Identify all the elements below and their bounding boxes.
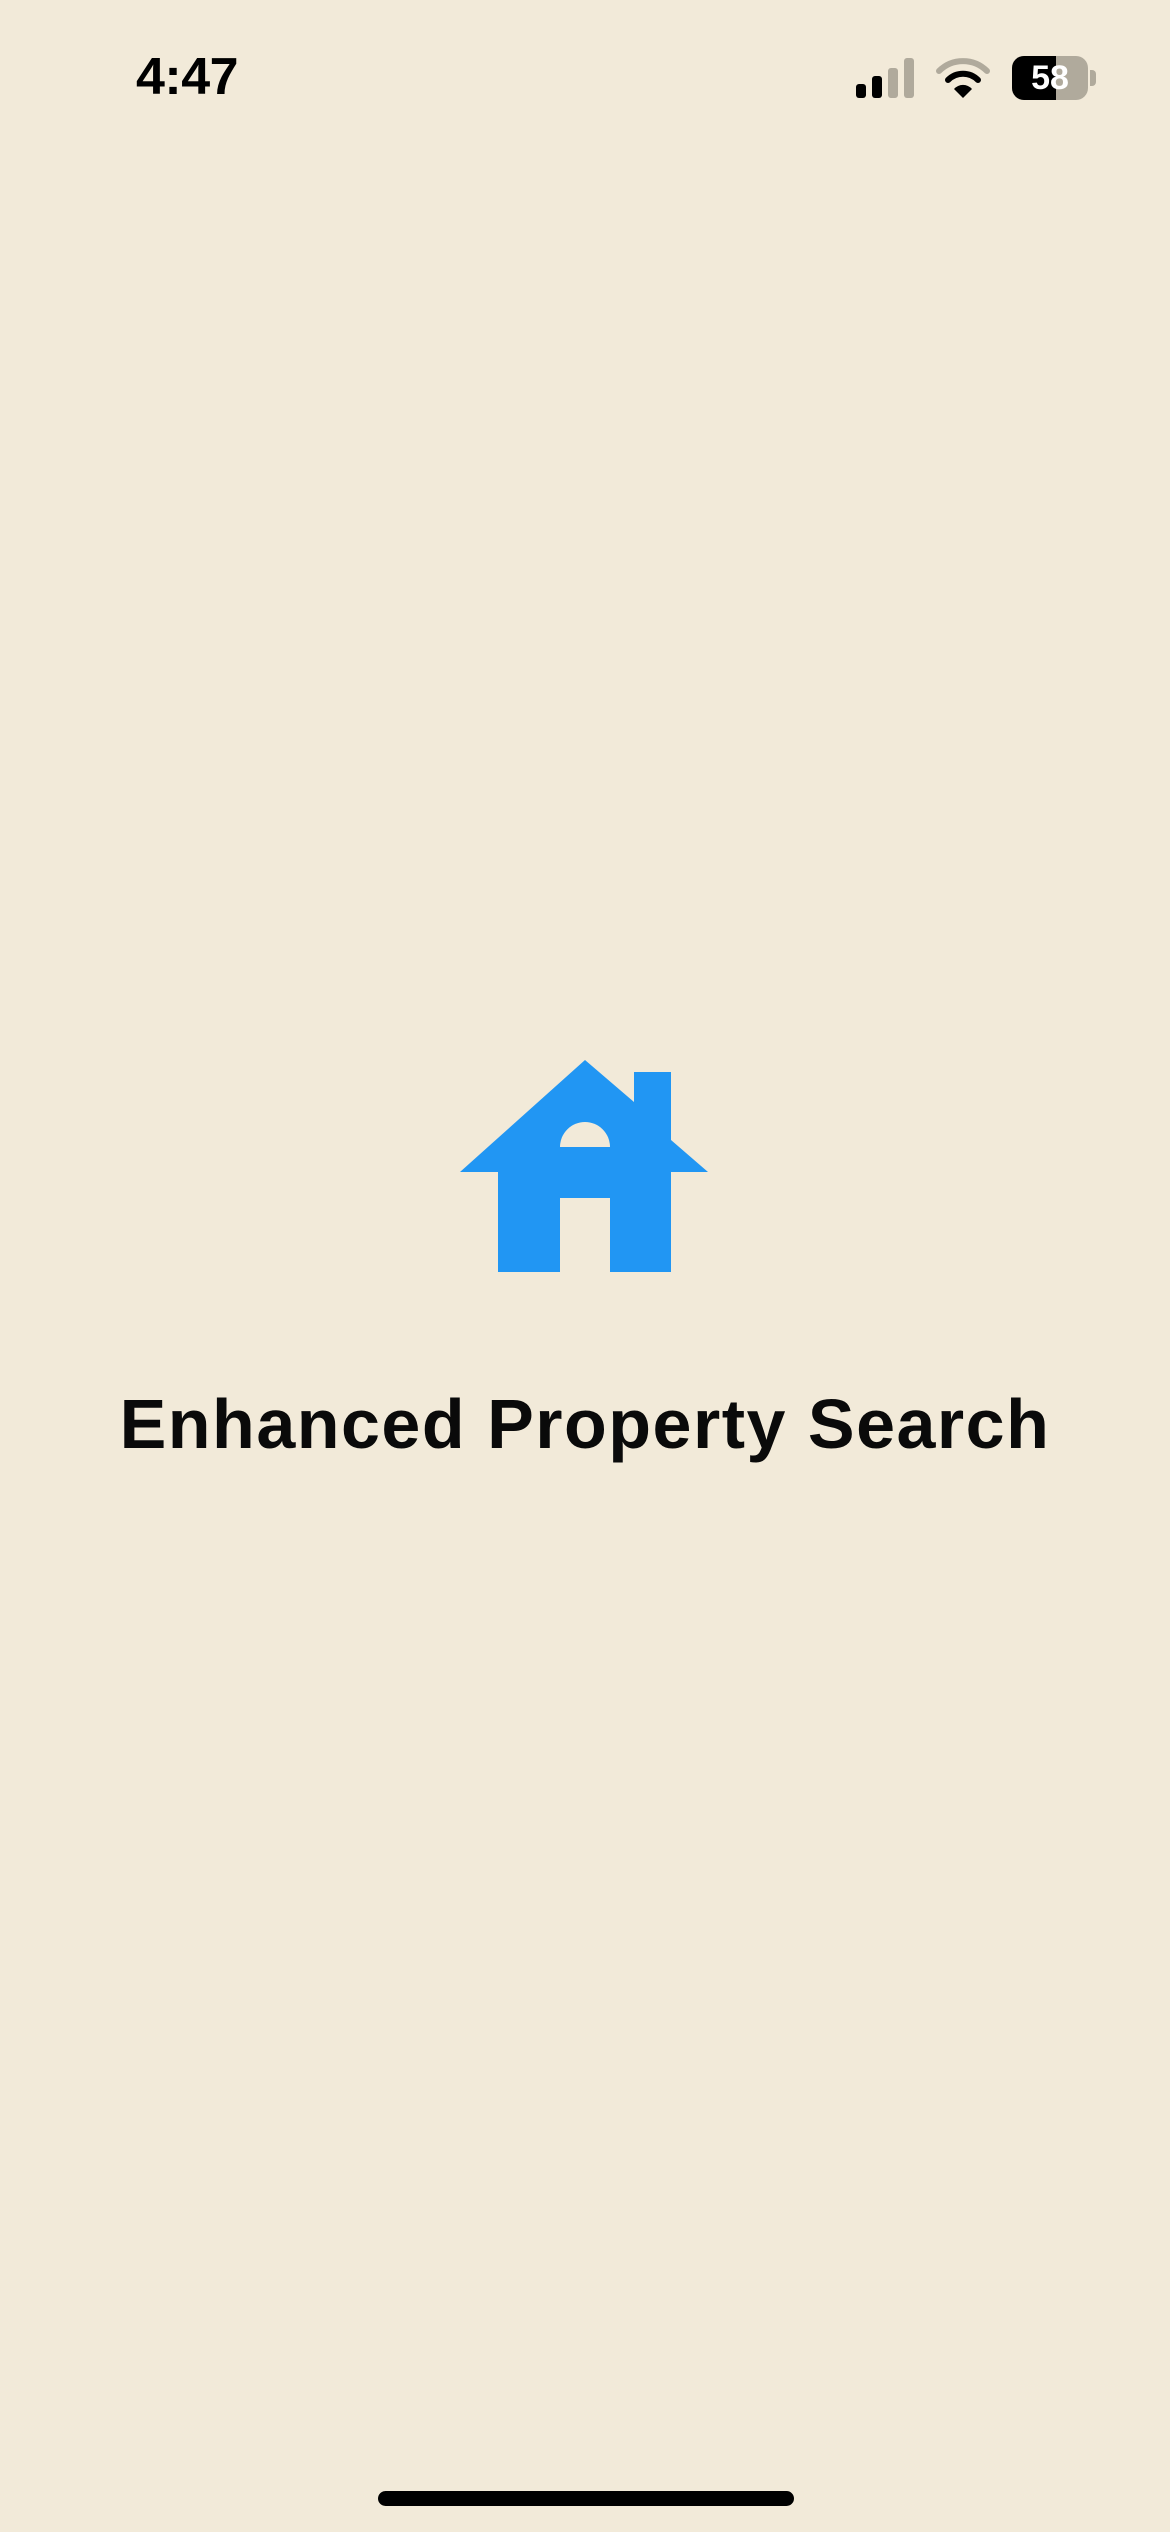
status-time: 4:47: [136, 48, 239, 106]
home-indicator[interactable]: [378, 2491, 794, 2506]
splash-screen: Enhanced Property Search: [0, 1060, 1170, 1464]
wifi-icon: [936, 58, 990, 98]
house-icon: [460, 1060, 708, 1272]
status-bar: 4:47 58: [0, 0, 1170, 150]
cellular-signal-icon: [856, 58, 914, 98]
battery-level: 58: [1031, 59, 1069, 97]
app-title: Enhanced Property Search: [119, 1385, 1051, 1463]
battery-body: 58: [1012, 56, 1088, 100]
battery-cap: [1090, 70, 1096, 86]
battery-icon: 58: [1012, 56, 1096, 100]
status-icons: 58: [856, 54, 1096, 102]
